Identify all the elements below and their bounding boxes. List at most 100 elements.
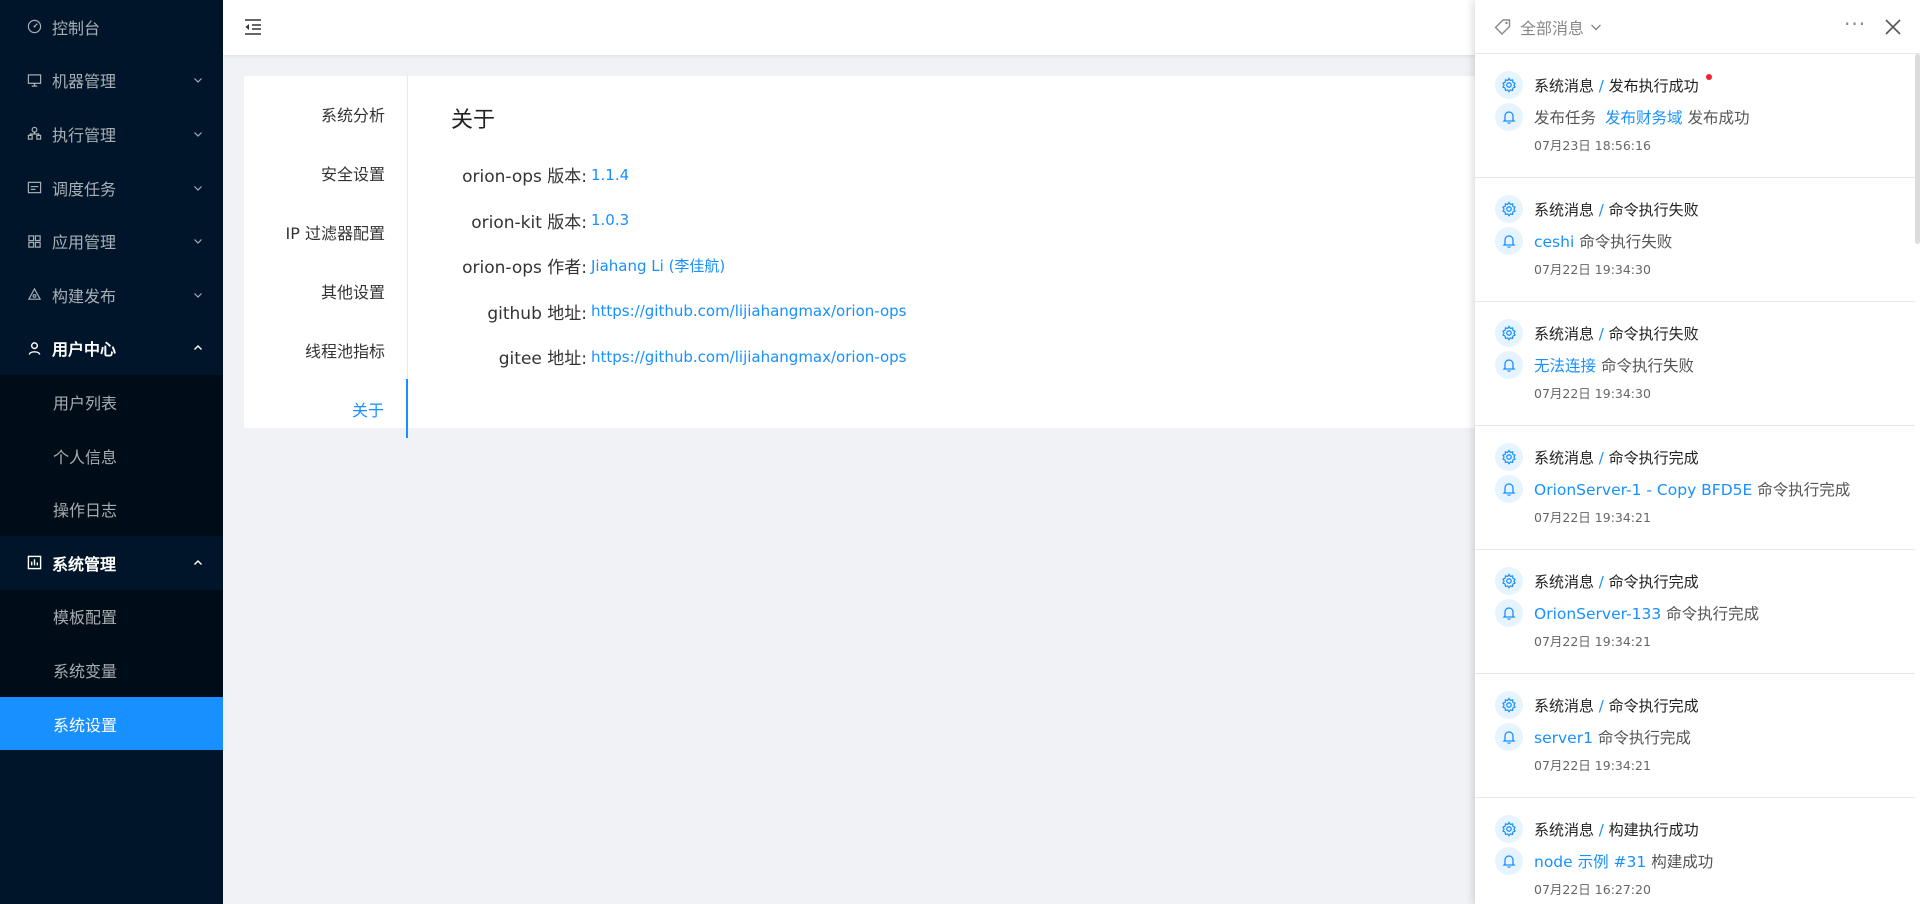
tab-other[interactable]: 其他设置	[244, 261, 407, 320]
notification-title: 系统消息 / 命令执行完成	[1534, 447, 1699, 468]
notification-list: 系统消息 / 发布执行成功 发布任务 发布财务域 发布成功 07月23日 18:5…	[1475, 54, 1915, 904]
notification-link[interactable]: OrionServer-133	[1534, 605, 1661, 623]
notification-category: 系统消息	[1534, 820, 1595, 839]
author-link[interactable]: Jiahang Li (李佳航)	[591, 255, 725, 276]
notification-body: OrionServer-1 - Copy BFD5E 命令执行完成	[1534, 478, 1850, 500]
notification-drawer: 全部消息 ··· 系统消息 / 发布执行成功 发布任务 发布财务域 发布成功 07…	[1475, 0, 1920, 904]
notification-title: 系统消息 / 命令执行失败	[1534, 199, 1699, 220]
chevron-down-icon	[194, 292, 202, 298]
notification-category: 系统消息	[1534, 200, 1595, 219]
notification-item[interactable]: 系统消息 / 命令执行失败 无法连接 命令执行失败 07月22日 19:34:3…	[1475, 302, 1915, 426]
grid-icon	[26, 233, 42, 249]
notification-link[interactable]: OrionServer-1 - Copy BFD5E	[1534, 481, 1752, 499]
tab-ip-filter[interactable]: IP 过滤器配置	[244, 202, 407, 261]
notification-link[interactable]: 无法连接	[1534, 357, 1596, 375]
gear-icon	[1495, 691, 1523, 719]
notification-body: OrionServer-133 命令执行完成	[1534, 602, 1759, 624]
gear-icon	[1495, 319, 1523, 347]
menu-user-center[interactable]: 用户中心	[0, 322, 223, 376]
menu-fold-icon[interactable]	[243, 18, 263, 36]
notification-link[interactable]: ceshi	[1534, 233, 1574, 251]
menu-profile[interactable]: 个人信息	[0, 429, 223, 483]
notification-link[interactable]: node 示例 #31	[1534, 853, 1646, 871]
notification-item[interactable]: 系统消息 / 命令执行失败 ceshi 命令执行失败 07月22日 19:34:…	[1475, 178, 1915, 302]
tag-icon	[1494, 18, 1511, 35]
notification-type: 命令执行失败	[1608, 324, 1699, 343]
user-center-submenu: 用户列表 个人信息 操作日志	[0, 375, 223, 536]
about-key: orion-ops 版本:	[462, 167, 587, 188]
notification-type: 命令执行完成	[1608, 696, 1699, 715]
title-separator: /	[1598, 200, 1604, 219]
menu-label: 控制台	[52, 18, 101, 38]
notification-type: 构建执行成功	[1608, 820, 1699, 839]
menu-app[interactable]: 应用管理	[0, 214, 223, 268]
notification-type: 命令执行失败	[1608, 200, 1699, 219]
gear-icon	[1495, 71, 1523, 99]
close-icon[interactable]	[1883, 17, 1903, 37]
notification-item[interactable]: 系统消息 / 命令执行完成 server1 命令执行完成 07月22日 19:3…	[1475, 674, 1915, 798]
about-row: orion-kit 版本: 1.0.3	[451, 198, 1534, 244]
body-suffix: 命令执行完成	[1757, 481, 1851, 499]
notification-time: 07月23日 18:56:16	[1534, 138, 1651, 153]
about-value: 1.0.3	[591, 211, 630, 230]
menu-schedule[interactable]: 调度任务	[0, 161, 223, 215]
message-filter-dropdown[interactable]: 全部消息	[1494, 15, 1602, 39]
title-separator: /	[1598, 448, 1604, 467]
monitor-icon	[26, 72, 42, 88]
notification-body: 发布任务 发布财务域 发布成功	[1534, 106, 1749, 128]
chart-box-icon	[26, 555, 42, 571]
notification-link[interactable]: server1	[1534, 729, 1593, 747]
bell-icon	[1495, 475, 1523, 503]
notification-category: 系统消息	[1534, 76, 1595, 95]
tab-system-analysis[interactable]: 系统分析	[244, 84, 407, 143]
page-title: 关于	[451, 108, 496, 133]
menu-operation-log[interactable]: 操作日志	[0, 482, 223, 536]
notification-category: 系统消息	[1534, 324, 1595, 343]
about-value: 1.1.4	[591, 165, 630, 184]
notification-item[interactable]: 系统消息 / 构建执行成功 node 示例 #31 构建成功 07月22日 16…	[1475, 798, 1915, 904]
notification-time: 07月22日 19:34:30	[1534, 386, 1651, 401]
notification-item[interactable]: 系统消息 / 命令执行完成 OrionServer-133 命令执行完成 07月…	[1475, 550, 1915, 674]
gitee-link[interactable]: https://github.com/lijiahangmax/orion-op…	[591, 348, 906, 366]
notification-title: 系统消息 / 发布执行成功	[1534, 75, 1699, 96]
user-icon	[26, 340, 42, 356]
menu-template[interactable]: 模板配置	[0, 590, 223, 644]
bell-icon	[1495, 103, 1523, 131]
tab-about[interactable]: 关于	[244, 379, 408, 438]
menu-system[interactable]: 系统管理	[0, 536, 223, 590]
more-icon[interactable]: ···	[1844, 14, 1865, 37]
menu-exec[interactable]: 执行管理	[0, 107, 223, 161]
tab-security[interactable]: 安全设置	[244, 143, 407, 202]
menu-build[interactable]: 构建发布	[0, 268, 223, 322]
notification-item[interactable]: 系统消息 / 命令执行完成 OrionServer-1 - Copy BFD5E…	[1475, 426, 1915, 550]
notification-title: 系统消息 / 构建执行成功	[1534, 819, 1699, 840]
chevron-up-icon	[194, 345, 202, 351]
about-row: github 地址: https://github.com/lijiahangm…	[451, 289, 1534, 335]
settings-tabs: 系统分析 安全设置 IP 过滤器配置 其他设置 线程池指标 关于	[244, 76, 408, 438]
body-suffix: 命令执行完成	[1597, 729, 1691, 747]
chevron-down-icon	[194, 185, 202, 191]
notification-title: 系统消息 / 命令执行完成	[1534, 695, 1699, 716]
notification-category: 系统消息	[1534, 696, 1595, 715]
notification-item[interactable]: 系统消息 / 发布执行成功 发布任务 发布财务域 发布成功 07月23日 18:5…	[1475, 54, 1915, 178]
menu-label: 系统管理	[52, 554, 117, 574]
menu-dashboard[interactable]: 控制台	[0, 0, 223, 54]
notification-link[interactable]: 发布财务域	[1605, 109, 1683, 127]
notification-title: 系统消息 / 命令执行失败	[1534, 323, 1699, 344]
tab-thread-pool[interactable]: 线程池指标	[244, 320, 407, 379]
notification-header: 全部消息 ···	[1475, 0, 1920, 54]
chevron-down-icon	[1591, 24, 1602, 30]
menu-user-list[interactable]: 用户列表	[0, 375, 223, 429]
about-key: gitee 地址:	[498, 349, 587, 370]
menu-label: 构建发布	[52, 286, 117, 306]
menu-sys-settings[interactable]: 系统设置	[0, 696, 223, 751]
title-separator: /	[1598, 696, 1604, 715]
menu-machine[interactable]: 机器管理	[0, 54, 223, 108]
menu-label: 调度任务	[52, 179, 117, 199]
menu-sys-vars[interactable]: 系统变量	[0, 643, 223, 697]
scrollbar[interactable]	[1915, 54, 1920, 244]
notification-type: 命令执行完成	[1608, 448, 1699, 467]
chevron-down-icon	[194, 132, 202, 137]
github-link[interactable]: https://github.com/lijiahangmax/orion-op…	[591, 302, 906, 320]
dashboard-icon	[26, 19, 42, 35]
